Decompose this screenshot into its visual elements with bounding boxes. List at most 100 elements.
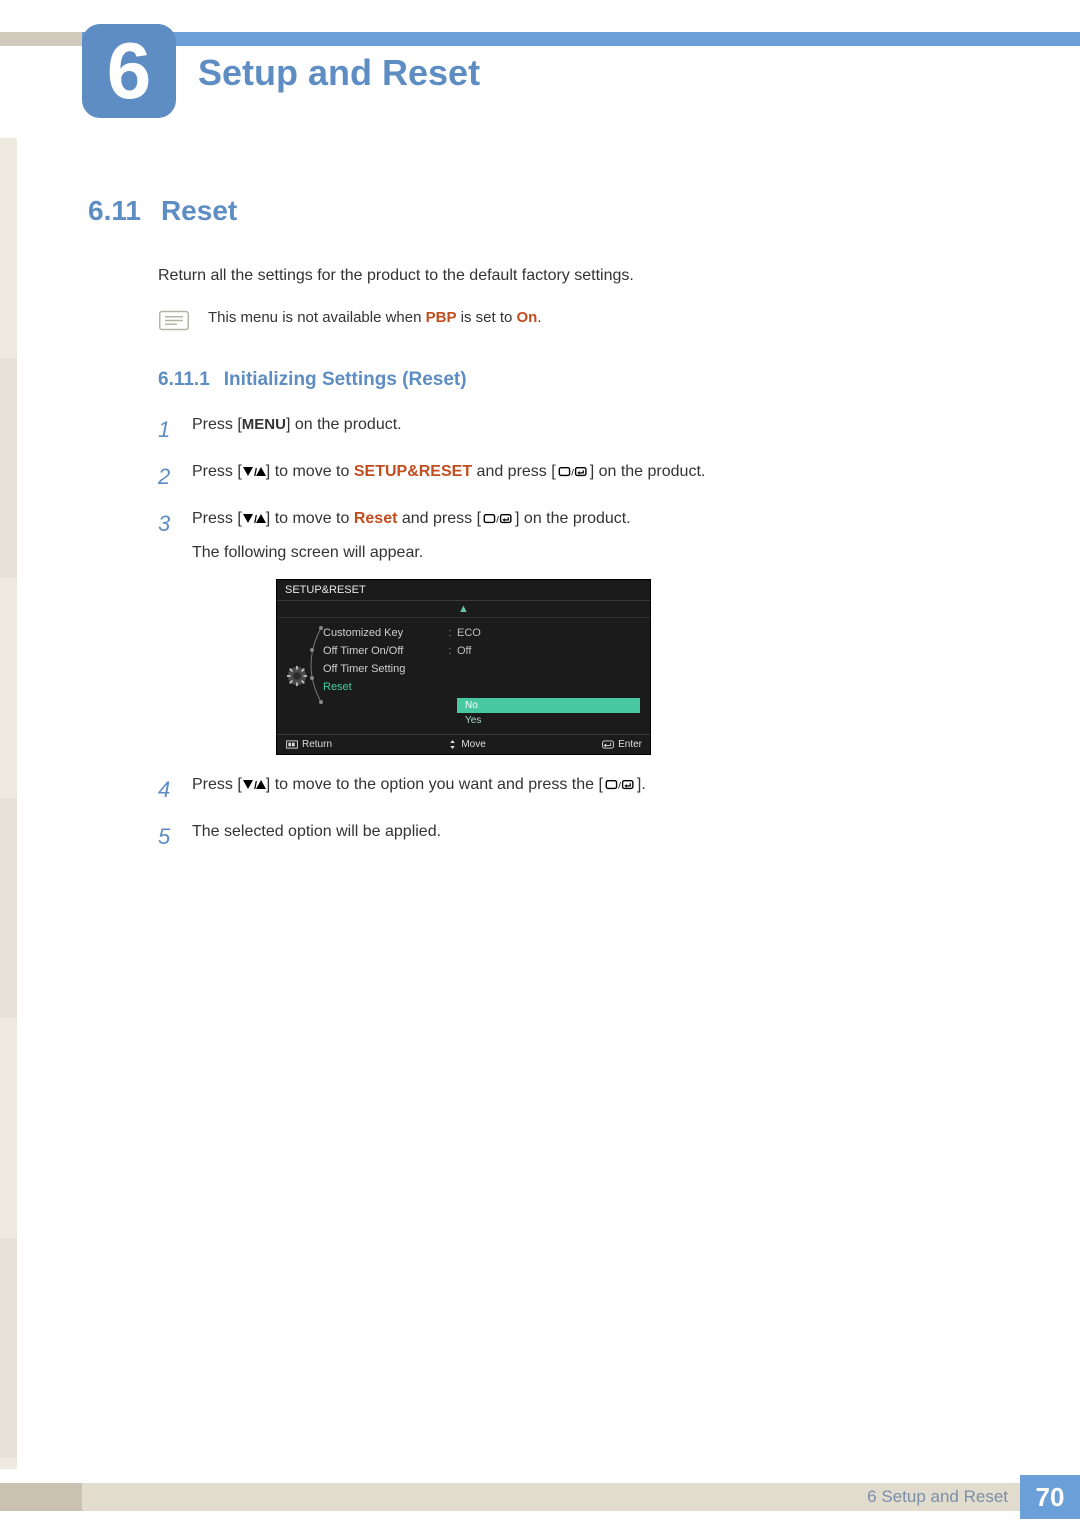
page-number: 70	[1020, 1475, 1080, 1519]
step-text: Press [ / ] to move to Reset and press [ /]…	[192, 507, 1020, 565]
osd-row: Off Timer Setting	[317, 660, 650, 678]
step-text: Press [ / ] to move to the option you want…	[192, 773, 1020, 806]
note-on: On	[517, 309, 538, 326]
section-heading: 6.11 Reset	[88, 195, 1020, 227]
sep: :	[443, 627, 457, 639]
subsection: 6.11.1 Initializing Settings (Reset) 1 Pr…	[88, 369, 1020, 853]
sep	[443, 681, 457, 693]
enter-key-icon: /	[603, 779, 637, 791]
section-intro: Return all the settings for the product …	[88, 267, 1020, 285]
chapter-number: 6	[107, 31, 152, 111]
osd-up-arrow-icon: ▲	[277, 601, 650, 618]
left-side-strip	[0, 138, 17, 1469]
osd-row-label: Reset	[323, 681, 443, 693]
txt: Press [	[192, 776, 242, 793]
note-icon	[158, 309, 190, 335]
svg-text:/: /	[254, 514, 257, 525]
osd-option-no: No	[457, 698, 640, 713]
step-5: 5 The selected option will be applied.	[158, 820, 1020, 853]
txt: Press [	[192, 510, 242, 527]
note-text: This menu is not available when PBP is s…	[208, 309, 542, 326]
osd-body: Customized Key:ECO Off Timer On/Off:Off …	[277, 618, 650, 734]
txt: ] on the product.	[515, 510, 631, 527]
svg-text:/: /	[254, 467, 257, 478]
chapter-title: Setup and Reset	[198, 52, 480, 94]
txt: ].	[637, 776, 646, 793]
step-4: 4 Press [ / ] to move to the option you wa…	[158, 773, 1020, 806]
osd-footer: Return Move Enter	[277, 734, 650, 754]
osd-category-icon	[277, 618, 317, 734]
subsection-number: 6.11.1	[158, 369, 210, 390]
sep: :	[443, 645, 457, 657]
step-text: Press [ / ] to move to SETUP&RESET and pre…	[192, 460, 1020, 493]
osd-footer-enter: Enter	[601, 739, 642, 750]
txt: and press [	[472, 463, 556, 480]
lbl: Move	[461, 739, 485, 750]
section-body: 6.11 Reset Return all the settings for th…	[88, 195, 1020, 867]
txt: and press [	[397, 510, 481, 527]
enter-key-icon: /	[481, 513, 515, 525]
note-row: This menu is not available when PBP is s…	[88, 309, 1020, 335]
txt: ] to move to	[266, 463, 354, 480]
down-up-arrow-icon: /	[242, 779, 266, 791]
menu-key-icon: MENU	[242, 416, 286, 433]
svg-text:/: /	[618, 779, 621, 790]
txt: Press [	[192, 463, 242, 480]
subsection-heading: 6.11.1 Initializing Settings (Reset)	[158, 369, 1020, 391]
txt: ] on the product.	[286, 416, 402, 433]
step-number: 1	[158, 413, 192, 446]
section-number: 6.11	[88, 195, 141, 226]
txt: ] to move to the option you want and pre…	[266, 776, 603, 793]
note-suffix: .	[537, 309, 541, 326]
svg-text:/: /	[496, 513, 499, 524]
target: Reset	[354, 510, 398, 527]
step-2: 2 Press [ / ] to move to SETUP&RESET and p…	[158, 460, 1020, 493]
txt: ] to move to	[266, 510, 354, 527]
svg-text:/: /	[254, 780, 257, 791]
footer-left-tab	[0, 1483, 82, 1511]
osd-panel: SETUP&RESET ▲ Customized Key:ECO Off Tim…	[276, 579, 651, 755]
osd-footer-move: Move	[447, 739, 485, 750]
osd-row-label: Off Timer Setting	[323, 663, 443, 675]
osd-row-label: Off Timer On/Off	[323, 645, 443, 657]
subsection-title: Initializing Settings (Reset)	[224, 369, 467, 390]
osd-row-value	[457, 681, 640, 693]
target: SETUP&RESET	[354, 463, 472, 480]
step-number: 3	[158, 507, 192, 565]
note-pbp: PBP	[426, 309, 457, 326]
lbl: Enter	[618, 739, 642, 750]
step-text: The selected option will be applied.	[192, 820, 1020, 853]
enter-key-icon: /	[556, 466, 590, 478]
steps-list: 1 Press [MENU] on the product. 2 Press […	[158, 413, 1020, 853]
step-number: 4	[158, 773, 192, 806]
sep	[443, 663, 457, 675]
footer-strip: 6 Setup and Reset 70	[0, 1465, 1080, 1527]
note-middle: is set to	[456, 309, 516, 326]
down-up-arrow-icon: /	[242, 513, 266, 525]
osd-title: SETUP&RESET	[277, 580, 650, 601]
chapter-badge: 6	[82, 24, 176, 118]
footer-label: 6 Setup and Reset	[867, 1487, 1008, 1507]
step-number: 5	[158, 820, 192, 853]
step-3: 3 Press [ / ] to move to Reset and press […	[158, 507, 1020, 565]
osd-row: Customized Key:ECO	[317, 624, 650, 642]
osd-menu: Customized Key:ECO Off Timer On/Off:Off …	[317, 618, 650, 734]
step-subtext: The following screen will appear.	[192, 541, 1020, 565]
down-up-arrow-icon: /	[242, 466, 266, 478]
osd-row-selected: Reset	[317, 678, 650, 696]
header-bar-right	[82, 32, 1080, 46]
txt: Press [	[192, 416, 242, 433]
note-prefix: This menu is not available when	[208, 309, 426, 326]
osd-row-value: Off	[457, 645, 640, 657]
lbl: Return	[302, 739, 332, 750]
step-1: 1 Press [MENU] on the product.	[158, 413, 1020, 446]
osd-footer-return: Return	[285, 739, 332, 750]
osd-row: Off Timer On/Off:Off	[317, 642, 650, 660]
svg-text:/: /	[571, 466, 574, 477]
osd-option-yes: Yes	[457, 713, 640, 728]
osd-row-value	[457, 663, 640, 675]
txt: ] on the product.	[590, 463, 706, 480]
osd-row-label: Customized Key	[323, 627, 443, 639]
section-title: Reset	[161, 195, 237, 226]
step-number: 2	[158, 460, 192, 493]
